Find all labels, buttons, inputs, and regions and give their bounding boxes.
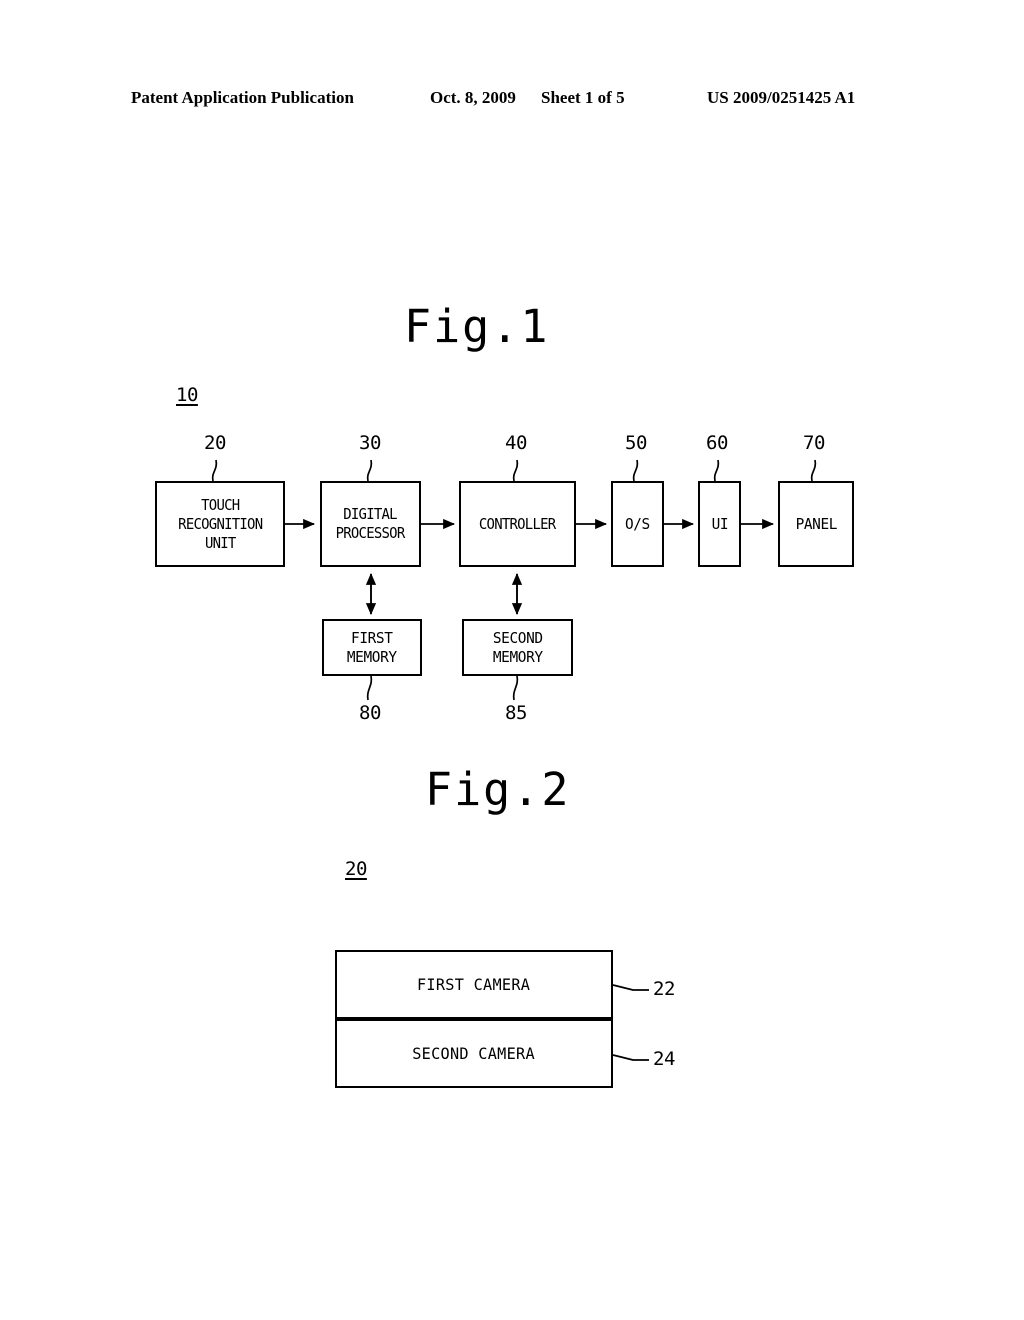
- ref-num-20: 20: [204, 432, 226, 454]
- block-second-memory-label: SECOND MEMORY: [492, 628, 543, 666]
- figure2-title: Fig.2: [425, 763, 571, 816]
- header-publication-label: Patent Application Publication: [131, 88, 354, 107]
- block-first-memory-label: FIRST MEMORY: [347, 628, 397, 666]
- block-ui: UI: [698, 481, 741, 567]
- ref-num-22: 22: [653, 978, 675, 1000]
- header-sheet-label: Sheet 1 of 5: [541, 88, 625, 107]
- block-digital-processor-label: DIGITAL PROCESSOR: [336, 505, 406, 542]
- header-document-number-label: US 2009/0251425 A1: [707, 88, 856, 107]
- block-first-memory: FIRST MEMORY: [322, 619, 422, 676]
- ref-num-85: 85: [505, 702, 527, 724]
- ref-num-40: 40: [505, 432, 527, 454]
- block-os-label: O/S: [625, 514, 650, 533]
- patent-drawing-page: Patent Application Publication Oct. 8, 2…: [0, 0, 1024, 1320]
- block-second-memory: SECOND MEMORY: [462, 619, 573, 676]
- ref-num-70: 70: [803, 432, 825, 454]
- header-date-label: Oct. 8, 2009: [430, 88, 516, 107]
- ref-num-24: 24: [653, 1048, 675, 1070]
- row-second-camera: SECOND CAMERA: [335, 1019, 613, 1088]
- block-touch-recognition-unit-label: TOUCH RECOGNITION UNIT: [177, 495, 263, 552]
- ref-num-80: 80: [359, 702, 381, 724]
- block-os: O/S: [611, 481, 664, 567]
- block-digital-processor: DIGITAL PROCESSOR: [320, 481, 421, 567]
- figure1-title: Fig.1: [404, 300, 550, 353]
- row-first-camera-label: FIRST CAMERA: [417, 975, 531, 994]
- page-header: Patent Application Publication Oct. 8, 2…: [0, 88, 1024, 114]
- figure2-unit-ref: 20: [345, 858, 367, 880]
- figure2-leader-lines: [612, 984, 649, 1061]
- block-panel: PANEL: [778, 481, 854, 567]
- ref-num-30: 30: [359, 432, 381, 454]
- row-second-camera-label: SECOND CAMERA: [412, 1044, 536, 1063]
- row-first-camera: FIRST CAMERA: [335, 950, 613, 1019]
- block-panel-label: PANEL: [795, 514, 837, 533]
- block-controller-label: CONTROLLER: [479, 514, 556, 533]
- figure1-system-ref: 10: [176, 384, 198, 406]
- block-controller: CONTROLLER: [459, 481, 576, 567]
- block-touch-recognition-unit: TOUCH RECOGNITION UNIT: [155, 481, 285, 567]
- ref-num-50: 50: [625, 432, 647, 454]
- ref-num-60: 60: [706, 432, 728, 454]
- block-ui-label: UI: [711, 514, 728, 533]
